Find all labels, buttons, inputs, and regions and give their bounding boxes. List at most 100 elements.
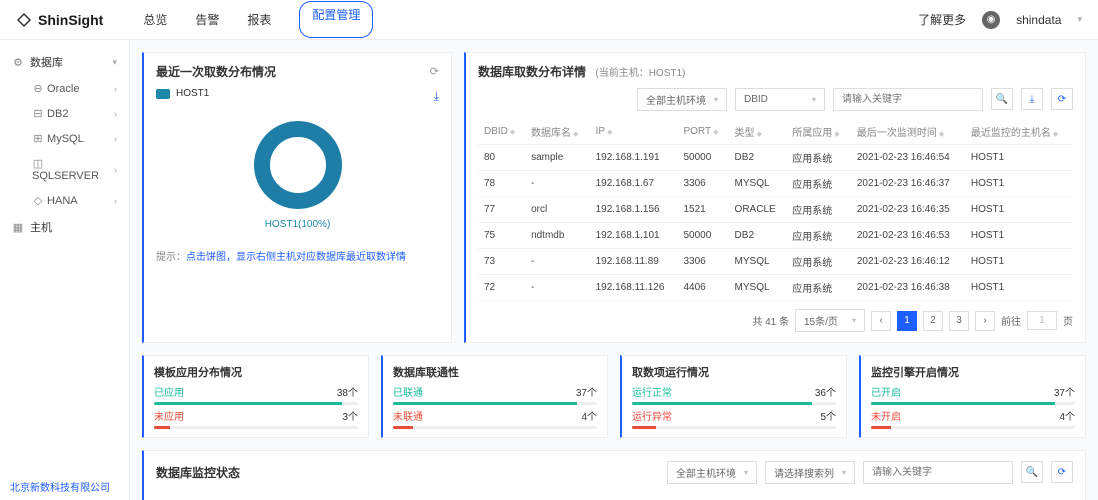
col-header[interactable]: 最后一次监测时间◆ <box>857 492 962 500</box>
keyword-input[interactable] <box>833 88 983 111</box>
col-header[interactable]: 库是否正常◆ <box>1051 492 1098 500</box>
donut-chart[interactable] <box>248 115 348 215</box>
sort-icon: ◆ <box>834 131 839 138</box>
col-header[interactable]: 类型◆ <box>489 492 528 500</box>
download-icon[interactable]: ⤓ <box>434 89 439 104</box>
status-refresh-button[interactable]: ⟳ <box>1051 461 1073 483</box>
brand-text: ShinSight <box>38 12 103 28</box>
donut-center-label: HOST1(100%) <box>265 219 331 230</box>
col-header[interactable]: PORT◆ <box>677 119 728 145</box>
status-keyword-input[interactable] <box>863 461 1013 484</box>
main-content: 最近一次取数分布情况 ⟳ HOST1 ⤓ HOST1(1 <box>130 40 1098 500</box>
mini-card: 取数项运行情况运行正常36个运行异常5个 <box>620 355 847 438</box>
chevron-down-icon: ▾ <box>112 57 117 68</box>
mini-title: 取数项运行情况 <box>632 364 836 380</box>
chevron-down-icon: ▾ <box>852 316 856 325</box>
chevron-right-icon: › <box>114 109 117 119</box>
table-row[interactable]: 77orcl192.168.1.1561521ORACLE应用系统2021-02… <box>478 197 1073 223</box>
col-header[interactable]: IP◆ <box>590 119 678 145</box>
col-header[interactable]: 监控引擎◆ <box>728 492 787 500</box>
sidebar-item-mysql[interactable]: ⊞ MySQL› <box>0 126 129 151</box>
mini-ok-val: 37个 <box>1054 384 1075 399</box>
col-header[interactable]: 数据库名◆ <box>525 119 590 145</box>
col-header[interactable]: PORT◆ <box>382 492 429 500</box>
col-header[interactable]: 所属应用◆ <box>786 119 851 145</box>
mini-ok-bar <box>632 402 836 405</box>
legend-label: HOST1 <box>176 88 209 99</box>
status-title: 数据库监控状态 <box>156 464 240 481</box>
nav-overview[interactable]: 总览 <box>143 1 167 38</box>
status-env-select[interactable]: 全部主机环境▾ <box>667 461 757 484</box>
per-page-select[interactable]: 15条/页▾ <box>795 309 865 332</box>
pager-prev[interactable]: ‹ <box>871 311 891 331</box>
pager-page-1[interactable]: 1 <box>897 311 917 331</box>
sidebar-item-sqlserver[interactable]: ◫ SQLSERVER› <box>0 151 129 188</box>
col-header[interactable]: DBA姓名◆ <box>429 492 489 500</box>
sidebar-group-database[interactable]: ⚙ 数据库 ▾ <box>0 48 129 76</box>
mini-bad-bar <box>393 426 597 429</box>
table-row[interactable]: 73-192.168.11.893306MYSQL应用系统2021-02-23 … <box>478 249 1073 275</box>
search-button[interactable]: 🔍 <box>991 88 1013 110</box>
mini-ok-val: 36个 <box>815 384 836 399</box>
table-row[interactable]: 75ndtmdb192.168.1.10150000DB2应用系统2021-02… <box>478 223 1073 249</box>
sidebar: ⚙ 数据库 ▾ ⊖ Oracle›⊟ DB2›⊞ MySQL›◫ SQLSERV… <box>0 40 130 500</box>
host-icon: ▦ <box>12 221 24 234</box>
nav-alerts[interactable]: 告警 <box>195 1 219 38</box>
table-row[interactable]: 80sample192.168.1.19150000DB2应用系统2021-02… <box>478 145 1073 171</box>
sort-icon: ◆ <box>1053 131 1058 138</box>
mini-bad-bar <box>871 426 1075 429</box>
col-header[interactable]: 数据库级别◆ <box>588 492 657 500</box>
pager-page-3[interactable]: 3 <box>949 311 969 331</box>
sidebar-group-label: 主机 <box>30 219 52 235</box>
col-header[interactable]: 应用模板◆ <box>657 492 728 500</box>
col-header[interactable]: IP◆ <box>306 492 382 500</box>
footer-company[interactable]: 北京新数科技有限公司 <box>10 479 110 494</box>
mini-bad-val: 4个 <box>581 408 597 423</box>
pager-page-2[interactable]: 2 <box>923 311 943 331</box>
learn-more-link[interactable]: 了解更多 <box>918 11 966 28</box>
table-row[interactable]: 72-192.168.11.1264406MYSQL应用系统2021-02-23… <box>478 275 1073 301</box>
refresh-icon[interactable]: ⟳ <box>430 66 439 78</box>
pagination: 共 41 条 15条/页▾ ‹ 1 2 3 › 前往 页 <box>478 309 1073 332</box>
sort-icon: ◆ <box>573 131 578 138</box>
mini-bad-label: 运行异常 <box>632 408 672 423</box>
avatar-icon[interactable]: ◉ <box>982 11 1000 29</box>
refresh-button[interactable]: ⟳ <box>1051 88 1073 110</box>
host-env-select[interactable]: 全部主机环境▾ <box>637 88 727 111</box>
sidebar-group-host[interactable]: ▦ 主机 <box>0 213 129 241</box>
table-row[interactable]: 78-192.168.1.673306MYSQL应用系统2021-02-23 1… <box>478 171 1073 197</box>
dbid-select[interactable]: DBID▾ <box>735 88 825 111</box>
col-header[interactable]: 最后一次监测时间◆ <box>851 119 965 145</box>
col-header[interactable]: 最近监控的主机◆ <box>962 492 1051 500</box>
col-header[interactable]: 数据库别名◆ <box>156 492 306 500</box>
brand-logo: ShinSight <box>16 12 103 28</box>
pager-next[interactable]: › <box>975 311 995 331</box>
download-button[interactable]: ⤓ <box>1021 88 1043 110</box>
nav-reports[interactable]: 报表 <box>247 1 271 38</box>
sidebar-item-hana[interactable]: ◇ HANA› <box>0 188 129 213</box>
legend-color-icon <box>156 89 170 99</box>
sidebar-item-db2[interactable]: ⊟ DB2› <box>0 101 129 126</box>
col-header[interactable]: 最近监控的主机名◆ <box>965 119 1073 145</box>
chevron-right-icon: › <box>114 84 117 94</box>
status-search-button[interactable]: 🔍 <box>1021 461 1043 483</box>
col-header[interactable]: DBID◆ <box>478 119 525 145</box>
detail-table: DBID◆数据库名◆IP◆PORT◆类型◆所属应用◆最后一次监测时间◆最近监控的… <box>478 119 1073 301</box>
mini-title: 监控引擎开启情况 <box>871 364 1075 380</box>
status-column-select[interactable]: 请选择搜索列▾ <box>765 461 855 484</box>
mini-ok-bar <box>871 402 1075 405</box>
donut-legend[interactable]: HOST1 <box>156 88 209 99</box>
pager-goto-input[interactable] <box>1027 311 1057 330</box>
chevron-down-icon: ▾ <box>744 468 748 477</box>
hana-icon: ◇ <box>32 194 44 207</box>
nav-config[interactable]: 配置管理 <box>299 1 373 38</box>
col-header[interactable]: 类型◆ <box>729 119 787 145</box>
col-header[interactable]: 所属应用◆ <box>528 492 587 500</box>
username[interactable]: shindata <box>1016 13 1061 27</box>
header-right: 了解更多 ◉ shindata ▾ <box>918 11 1082 29</box>
chevron-down-icon[interactable]: ▾ <box>1077 14 1082 25</box>
status-table: 数据库别名◆IP◆PORT◆DBA姓名◆类型◆所属应用◆数据库级别◆应用模板◆监… <box>156 492 1098 500</box>
sidebar-item-oracle[interactable]: ⊖ Oracle› <box>0 76 129 101</box>
mini-title: 模板应用分布情况 <box>154 364 358 380</box>
col-header[interactable]: 数据库状态◆ <box>788 492 857 500</box>
